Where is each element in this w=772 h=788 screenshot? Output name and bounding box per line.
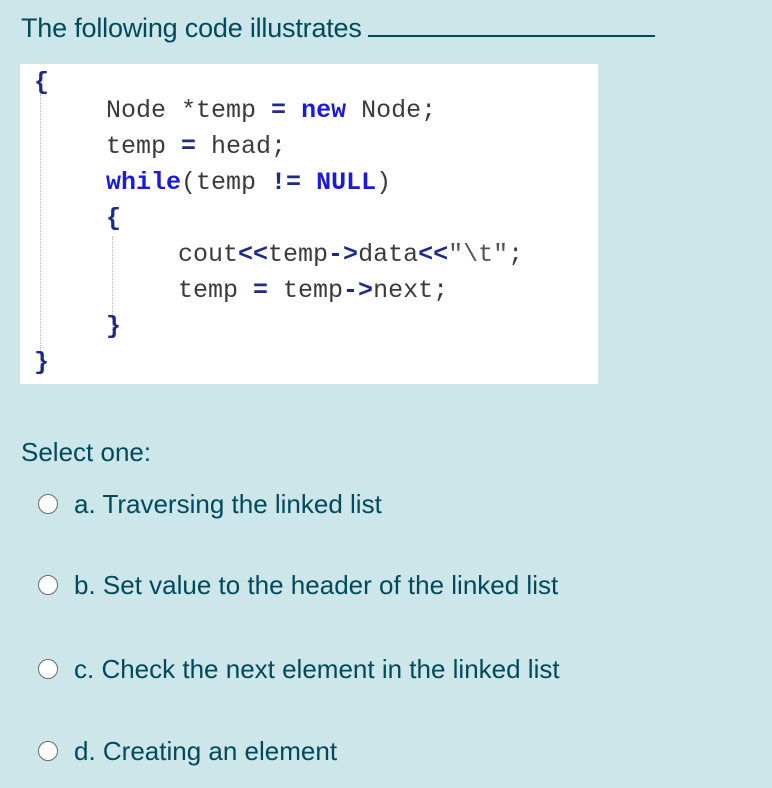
code-token-brace: { bbox=[106, 204, 122, 233]
code-token: next; bbox=[373, 276, 449, 305]
code-token-str: "\t" bbox=[448, 240, 509, 269]
code-token-kw: NULL bbox=[316, 168, 377, 197]
code-token-brace: } bbox=[34, 348, 50, 377]
code-token-op: = bbox=[271, 96, 287, 125]
option-label[interactable]: d. Creating an element bbox=[74, 735, 337, 767]
code-token: data bbox=[358, 240, 419, 269]
question-text: The following code illustrates bbox=[21, 10, 655, 46]
code-token-op: -> bbox=[328, 240, 359, 269]
code-token: Node *temp bbox=[106, 96, 272, 125]
code-token: temp bbox=[106, 132, 182, 161]
code-token: ; bbox=[508, 240, 524, 269]
code-token: ) bbox=[376, 168, 392, 197]
code-token: Node; bbox=[346, 96, 437, 125]
code-line: } bbox=[34, 348, 49, 378]
option-label[interactable]: c. Check the next element in the linked … bbox=[74, 653, 560, 685]
option-d[interactable]: d. Creating an element bbox=[38, 735, 337, 767]
code-token-op: << bbox=[238, 240, 269, 269]
code-line: cout<<temp->data<<"\t"; bbox=[178, 240, 523, 270]
code-line: } bbox=[106, 312, 121, 342]
code-token: (temp bbox=[181, 168, 272, 197]
option-c[interactable]: c. Check the next element in the linked … bbox=[38, 653, 560, 685]
code-line: Node *temp = new Node; bbox=[106, 96, 436, 126]
code-line: temp = temp->next; bbox=[178, 276, 448, 306]
code-token-op: != bbox=[271, 168, 302, 197]
code-token-brace: { bbox=[34, 68, 50, 97]
code-line: while(temp != NULL) bbox=[106, 168, 391, 198]
answer-blank bbox=[367, 34, 655, 37]
option-a[interactable]: a. Traversing the linked list bbox=[38, 488, 382, 520]
radio-button-icon[interactable] bbox=[38, 494, 58, 514]
code-token-op: << bbox=[418, 240, 449, 269]
code-line: temp = head; bbox=[106, 132, 286, 162]
code-token-op: = bbox=[253, 276, 269, 305]
code-token-kw: new bbox=[301, 96, 347, 125]
code-token-kw: while bbox=[106, 168, 182, 197]
code-token: head; bbox=[196, 132, 287, 161]
code-token: temp bbox=[268, 240, 329, 269]
code-line: { bbox=[106, 204, 121, 234]
code-token-op: = bbox=[181, 132, 197, 161]
radio-button-icon[interactable] bbox=[38, 659, 58, 679]
option-b[interactable]: b. Set value to the header of the linked… bbox=[38, 569, 558, 601]
code-token: temp bbox=[268, 276, 344, 305]
code-token-brace: } bbox=[106, 312, 122, 341]
select-one-prompt: Select one: bbox=[21, 437, 152, 467]
code-token: cout bbox=[178, 240, 239, 269]
question-label: The following code illustrates bbox=[21, 13, 362, 43]
radio-button-icon[interactable] bbox=[38, 741, 58, 761]
code-line: { bbox=[34, 68, 49, 98]
option-label[interactable]: b. Set value to the header of the linked… bbox=[74, 569, 558, 601]
code-image: { Node *temp = new Node; temp = head; wh… bbox=[20, 64, 598, 384]
indent-guide-outer bbox=[40, 94, 41, 374]
code-token-op: -> bbox=[343, 276, 374, 305]
code-token: temp bbox=[178, 276, 254, 305]
option-label[interactable]: a. Traversing the linked list bbox=[74, 488, 382, 520]
radio-button-icon[interactable] bbox=[38, 575, 58, 595]
